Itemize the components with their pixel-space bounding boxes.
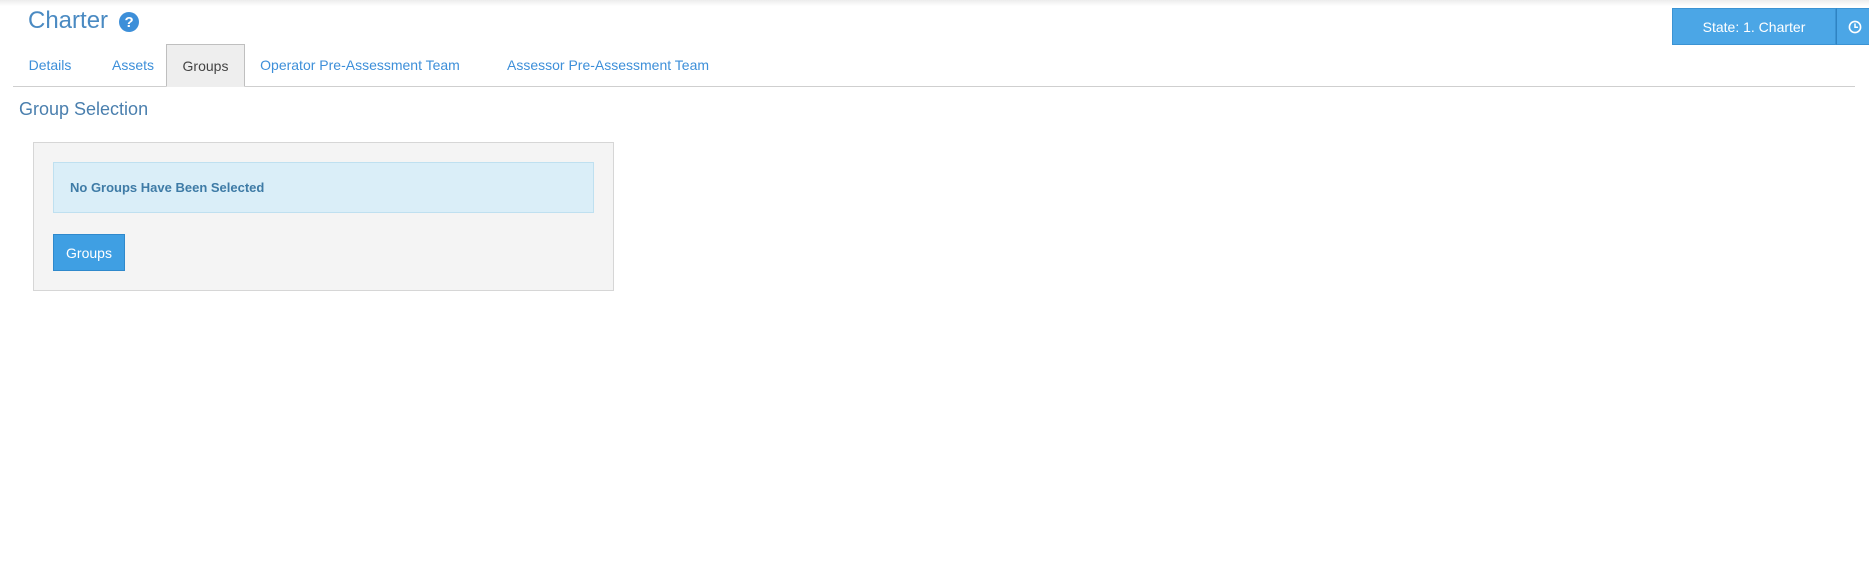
- group-selection-panel: No Groups Have Been Selected Groups: [33, 142, 614, 291]
- tab-assets[interactable]: Assets: [101, 44, 165, 86]
- clock-icon: [1848, 20, 1862, 33]
- state-button[interactable]: State: 1. Charter: [1672, 8, 1836, 45]
- state-button-group: State: 1. Charter: [1672, 8, 1869, 45]
- state-history-button[interactable]: [1836, 8, 1869, 45]
- groups-button[interactable]: Groups: [53, 234, 125, 271]
- no-groups-alert: No Groups Have Been Selected: [53, 162, 594, 213]
- tab-bar: Details Assets Groups Operator Pre-Asses…: [13, 44, 1855, 87]
- tab-operator-pre-assessment-team[interactable]: Operator Pre-Assessment Team: [260, 44, 460, 86]
- tab-groups[interactable]: Groups: [166, 44, 245, 87]
- top-shadow: [0, 0, 1869, 6]
- tab-assessor-pre-assessment-team[interactable]: Assessor Pre-Assessment Team: [494, 44, 722, 86]
- tab-details[interactable]: Details: [13, 44, 87, 86]
- question-circle-icon[interactable]: ?: [119, 12, 140, 32]
- page-header: Charter ?: [28, 6, 140, 36]
- page-title: Charter: [28, 7, 109, 34]
- section-title: Group Selection: [19, 99, 149, 119]
